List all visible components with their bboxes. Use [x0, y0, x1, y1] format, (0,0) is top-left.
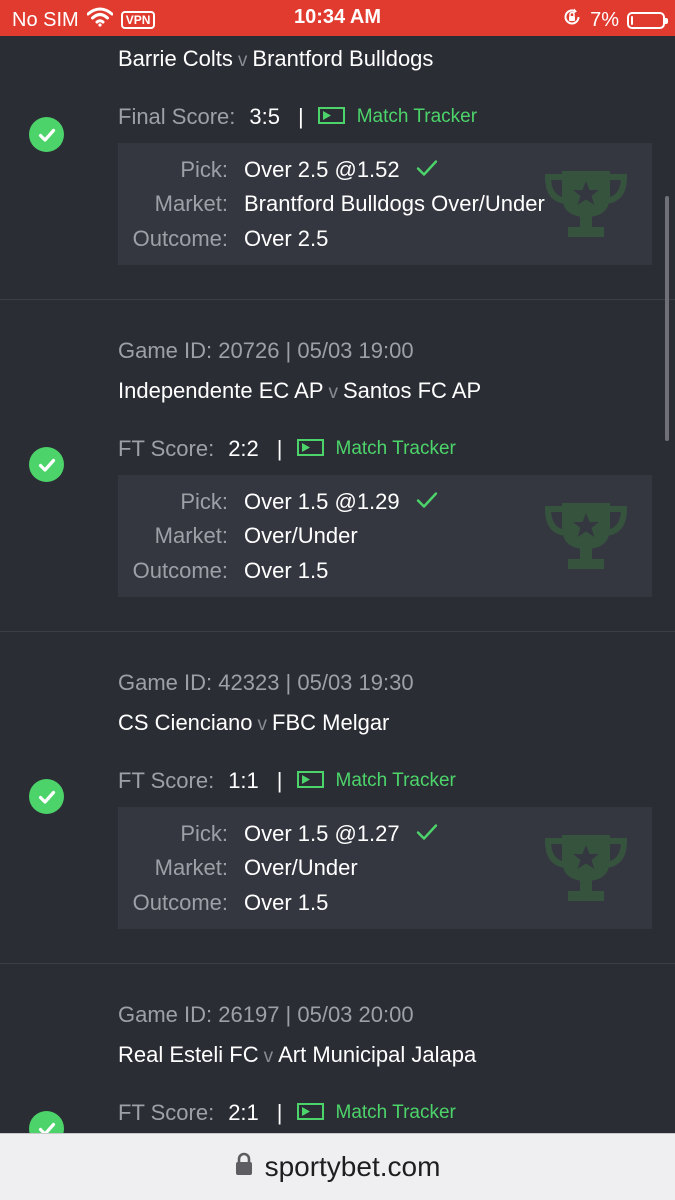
won-check-icon: [29, 1111, 64, 1133]
away-team: Art Municipal Jalapa: [278, 1042, 477, 1067]
score-line: FT Score: 2:1 | Match Tracker: [118, 1100, 456, 1126]
status-right: 7%: [562, 7, 668, 33]
outcome-row: Outcome: Over 1.5: [118, 558, 329, 584]
home-team: Independente EC AP: [118, 378, 324, 403]
url-domain[interactable]: sportybet.com: [265, 1151, 441, 1183]
score-separator: |: [276, 768, 283, 793]
market-label: Market:: [154, 523, 228, 548]
pick-details: Pick: Over 1.5 @1.27 Market: Over/Under …: [118, 807, 652, 929]
match-tracker-icon[interactable]: [296, 768, 324, 794]
outcome-label: Outcome:: [132, 890, 228, 915]
trophy-icon: [542, 831, 630, 912]
battery-percent: 7%: [590, 8, 619, 31]
home-team: Real Esteli FC: [118, 1042, 259, 1067]
won-check-icon: [29, 779, 64, 814]
market-row: Market: Over/Under: [118, 855, 358, 881]
scrollbar[interactable]: [665, 196, 669, 441]
battery-icon: [627, 11, 668, 29]
score-line: FT Score: 1:1 | Match Tracker: [118, 768, 456, 794]
match-tracker-link[interactable]: Match Tracker: [336, 770, 456, 792]
outcome-value: Over 1.5: [244, 558, 329, 583]
match-tracker-link[interactable]: Match Tracker: [336, 438, 456, 460]
outcome-label: Outcome:: [132, 226, 228, 251]
match-tracker-icon[interactable]: [317, 104, 345, 130]
trophy-icon: [542, 499, 630, 580]
orientation-lock-icon: [562, 7, 582, 33]
pick-details: Pick: Over 2.5 @1.52 Market: Brantford B…: [118, 143, 652, 265]
bet-history-list[interactable]: Barrie Colts v Brantford Bulldogs Final Sc…: [0, 36, 675, 1133]
pick-won-tick-icon: [416, 821, 438, 847]
score-value: 3:5: [249, 104, 280, 129]
bet-item: Game ID: 42323 | 05/03 19:30 CS Ciencian…: [0, 632, 675, 964]
score-line: FT Score: 2:2 | Match Tracker: [118, 436, 456, 462]
won-check-icon: [29, 117, 64, 152]
score-line: Final Score: 3:5 | Match Tracker: [118, 104, 477, 130]
score-separator: |: [297, 104, 304, 129]
pick-value: Over 1.5 @1.27: [244, 821, 400, 846]
score-value: 2:1: [228, 1100, 259, 1125]
market-value: Over/Under: [244, 523, 358, 548]
score-label: Final Score:: [118, 104, 236, 129]
score-value: 1:1: [228, 768, 259, 793]
outcome-value: Over 2.5: [244, 226, 329, 251]
away-team: Brantford Bulldogs: [252, 46, 434, 71]
status-bar: No SIM VPN 10:34 AM 7%: [0, 0, 675, 36]
pick-won-tick-icon: [416, 157, 438, 183]
vs-label: v: [328, 382, 339, 403]
score-separator: |: [276, 436, 283, 461]
pick-label: Pick:: [180, 157, 228, 182]
pick-label: Pick:: [180, 821, 228, 846]
pick-value: Over 1.5 @1.29: [244, 489, 400, 514]
match-tracker-link[interactable]: Match Tracker: [357, 106, 477, 128]
score-separator: |: [276, 1100, 283, 1125]
market-label: Market:: [154, 191, 228, 216]
match-teams: Independente EC AP v Santos FC AP: [118, 378, 481, 404]
outcome-value: Over 1.5: [244, 890, 329, 915]
match-teams: CS Cienciano v FBC Melgar: [118, 710, 389, 736]
score-label: FT Score:: [118, 768, 215, 793]
match-tracker-icon[interactable]: [296, 436, 324, 462]
market-value: Over/Under: [244, 855, 358, 880]
won-check-icon: [29, 447, 64, 482]
game-id: Game ID: 42323 | 05/03 19:30: [118, 670, 414, 695]
score-label: FT Score:: [118, 436, 215, 461]
pick-row: Pick: Over 2.5 @1.52: [118, 157, 438, 183]
game-id: Game ID: 26197 | 05/03 20:00: [118, 1002, 414, 1027]
market-row: Market: Brantford Bulldogs Over/Under: [118, 191, 545, 217]
outcome-row: Outcome: Over 2.5: [118, 226, 329, 252]
vs-label: v: [263, 1046, 274, 1067]
pick-label: Pick:: [180, 489, 228, 514]
vs-label: v: [257, 714, 268, 735]
bet-item: Barrie Colts v Brantford Bulldogs Final Sc…: [0, 36, 675, 300]
score-label: FT Score:: [118, 1100, 215, 1125]
trophy-icon: [542, 167, 630, 248]
lock-icon: [235, 1151, 253, 1183]
match-tracker-icon[interactable]: [296, 1100, 324, 1126]
battery-fill: [631, 15, 633, 25]
match-tracker-link[interactable]: Match Tracker: [336, 1102, 456, 1124]
home-team: CS Cienciano: [118, 710, 253, 735]
away-team: FBC Melgar: [272, 710, 390, 735]
pick-won-tick-icon: [416, 489, 438, 515]
bet-item: Game ID: 20726 | 05/03 19:00 Independent…: [0, 300, 675, 632]
game-id: Game ID: 20726 | 05/03 19:00: [118, 338, 414, 363]
outcome-row: Outcome: Over 1.5: [118, 890, 329, 916]
pick-row: Pick: Over 1.5 @1.27: [118, 821, 438, 847]
match-teams: Barrie Colts v Brantford Bulldogs: [118, 46, 433, 72]
bet-item: Game ID: 26197 | 05/03 20:00 Real Esteli…: [0, 964, 675, 1133]
market-value: Brantford Bulldogs Over/Under: [244, 191, 545, 216]
score-value: 2:2: [228, 436, 259, 461]
market-row: Market: Over/Under: [118, 523, 358, 549]
pick-value: Over 2.5 @1.52: [244, 157, 400, 182]
home-team: Barrie Colts: [118, 46, 233, 71]
outcome-label: Outcome:: [132, 558, 228, 583]
vs-label: v: [237, 50, 248, 71]
market-label: Market:: [154, 855, 228, 880]
browser-url-bar[interactable]: sportybet.com: [0, 1133, 675, 1200]
pick-details: Pick: Over 1.5 @1.29 Market: Over/Under …: [118, 475, 652, 597]
match-teams: Real Esteli FC v Art Municipal Jalapa: [118, 1042, 476, 1068]
pick-row: Pick: Over 1.5 @1.29: [118, 489, 438, 515]
away-team: Santos FC AP: [343, 378, 482, 403]
